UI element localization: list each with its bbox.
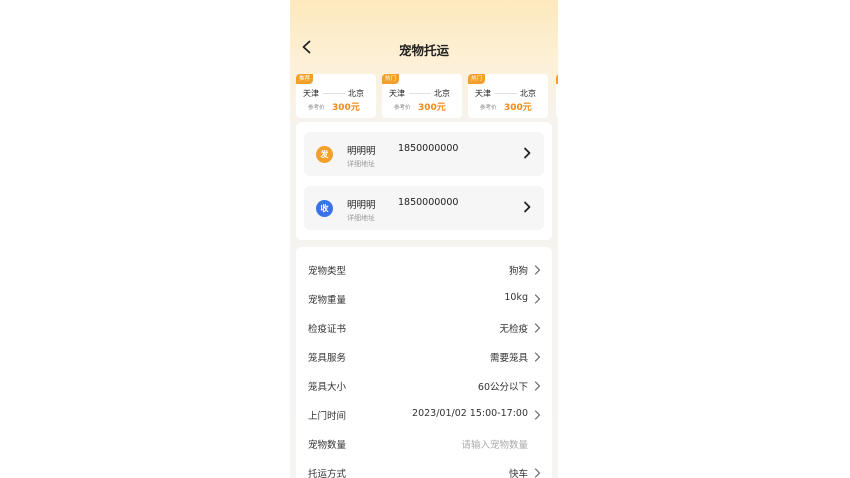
route-from: 天津 xyxy=(303,89,319,98)
sender-address-row[interactable]: 发 明明明 1850000000 详细地址 xyxy=(304,132,544,176)
sender-detail: 详细地址 xyxy=(347,160,375,168)
sender-phone: 1850000000 xyxy=(398,143,459,154)
phone-screen: 宠物托运 推荐 天津 北京 参考价 300元 热门 天津 北京 参考价 300元… xyxy=(290,0,558,478)
chevron-right-icon xyxy=(534,410,541,420)
form-row-cage-size[interactable]: 笼具大小 60公分以下 xyxy=(296,371,552,400)
header: 宠物托运 xyxy=(290,0,558,66)
route-tag-partial xyxy=(556,74,558,84)
chevron-right-icon xyxy=(534,265,541,275)
route-ref-label: 参考价 xyxy=(480,105,497,111)
form-value: 2023/01/02 15:00-17:00 xyxy=(412,408,528,419)
chevron-right-icon xyxy=(534,468,541,478)
form-label: 托运方式 xyxy=(308,469,347,478)
route-price: 300元 xyxy=(504,103,532,113)
route-card[interactable]: 热门 天津 北京 参考价 300元 xyxy=(382,74,462,118)
route-line xyxy=(495,93,517,94)
form-label: 检疫证书 xyxy=(308,324,347,335)
route-to: 北京 xyxy=(520,89,536,98)
form-label: 宠物重量 xyxy=(308,295,347,306)
form-row-quarantine-certificate[interactable]: 检疫证书 无检疫 xyxy=(296,313,552,342)
receiver-phone: 1850000000 xyxy=(398,197,459,208)
route-price: 300元 xyxy=(332,103,360,113)
route-tag: 热门 xyxy=(382,74,400,84)
form-value: 狗狗 xyxy=(508,266,528,277)
form-value: 无检疫 xyxy=(499,324,528,335)
form-value: 60公分以下 xyxy=(477,382,528,393)
route-to: 北京 xyxy=(348,89,364,98)
pet-count-input[interactable]: 请输入宠物数量 xyxy=(461,437,528,451)
route-carousel[interactable]: 推荐 天津 北京 参考价 300元 热门 天津 北京 参考价 300元 热门 天… xyxy=(296,74,558,118)
form-value: 快车 xyxy=(508,469,528,478)
sender-badge: 发 xyxy=(316,146,333,163)
route-to: 北京 xyxy=(434,89,450,98)
route-ref-label: 参考价 xyxy=(308,105,325,111)
receiver-detail: 详细地址 xyxy=(347,214,375,222)
chevron-right-icon xyxy=(522,201,532,213)
route-card-partial[interactable] xyxy=(556,74,558,118)
route-from: 天津 xyxy=(475,89,491,98)
chevron-right-icon xyxy=(534,323,541,333)
route-line xyxy=(409,93,431,94)
chevron-right-icon xyxy=(522,147,532,159)
route-line xyxy=(323,93,345,94)
route-card[interactable]: 推荐 天津 北京 参考价 300元 xyxy=(296,74,376,118)
form-value: 需要笼具 xyxy=(489,353,528,364)
route-tag: 推荐 xyxy=(296,74,314,84)
page-title: 宠物托运 xyxy=(398,43,449,58)
form-label: 宠物类型 xyxy=(308,266,347,277)
route-price: 300元 xyxy=(418,103,446,113)
form-row-pet-count[interactable]: 宠物数量 请输入宠物数量 xyxy=(296,429,552,458)
chevron-right-icon xyxy=(534,294,541,304)
form-row-pet-weight[interactable]: 宠物重量 10kg xyxy=(296,284,552,313)
form-value: 10kg xyxy=(504,292,528,303)
route-ref-label: 参考价 xyxy=(394,105,411,111)
address-panel: 发 明明明 1850000000 详细地址 收 明明明 1850000000 详… xyxy=(296,122,552,240)
route-from: 天津 xyxy=(389,89,405,98)
receiver-badge: 收 xyxy=(316,200,333,217)
route-tag: 热门 xyxy=(468,74,486,84)
form-label: 笼具大小 xyxy=(308,382,347,393)
form-label: 上门时间 xyxy=(308,411,347,422)
receiver-address-row[interactable]: 收 明明明 1850000000 详细地址 xyxy=(304,186,544,230)
chevron-right-icon xyxy=(534,352,541,362)
form-label: 笼具服务 xyxy=(308,353,347,364)
form-row-pickup-time[interactable]: 上门时间 2023/01/02 15:00-17:00 xyxy=(296,400,552,429)
sender-name: 明明明 xyxy=(347,146,376,157)
pet-info-form: 宠物类型 狗狗 宠物重量 10kg 检疫证书 无检疫 笼具服务 需要笼具 笼具大… xyxy=(296,247,552,478)
receiver-name: 明明明 xyxy=(347,200,376,211)
form-row-cage-service[interactable]: 笼具服务 需要笼具 xyxy=(296,342,552,371)
chevron-right-icon xyxy=(534,381,541,391)
form-row-pet-type[interactable]: 宠物类型 狗狗 xyxy=(296,255,552,284)
route-card[interactable]: 热门 天津 北京 参考价 300元 xyxy=(468,74,548,118)
form-row-shipping-method[interactable]: 托运方式 快车 xyxy=(296,458,552,478)
form-label: 宠物数量 xyxy=(308,440,347,451)
